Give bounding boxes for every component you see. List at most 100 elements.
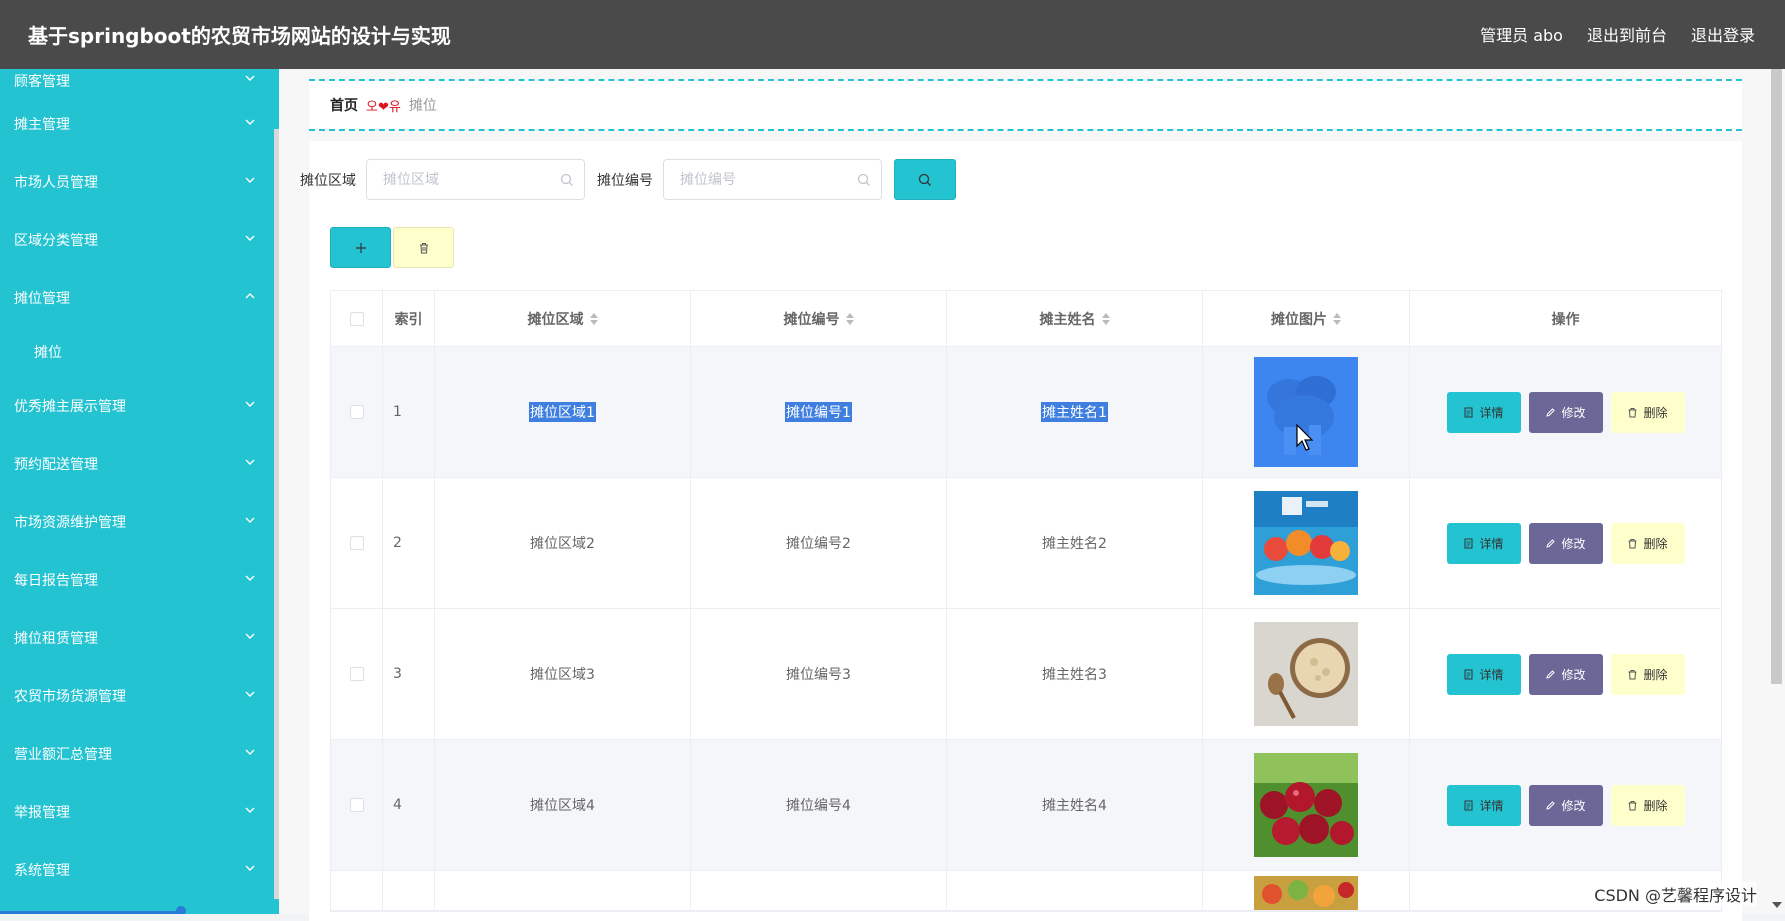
chevron-down-icon xyxy=(243,397,257,411)
edit-button[interactable]: 修改 xyxy=(1529,785,1603,826)
sidebar-item-system[interactable]: 系统管理 xyxy=(0,841,279,899)
delete-button[interactable]: 删除 xyxy=(1611,785,1685,826)
column-header-code[interactable]: 摊位编号 xyxy=(691,291,947,346)
sidebar-item-label: 农贸市场货源管理 xyxy=(14,686,126,706)
sort-icon[interactable] xyxy=(590,313,598,325)
sort-icon[interactable] xyxy=(1333,313,1341,325)
code-search-input[interactable] xyxy=(664,160,881,199)
row-image-cell xyxy=(1203,478,1410,608)
view-button[interactable]: 详情 xyxy=(1447,523,1521,564)
chevron-down-icon xyxy=(243,71,257,85)
breadcrumb-home[interactable]: 首页 xyxy=(330,95,358,115)
scroll-handle[interactable] xyxy=(176,906,186,914)
sidebar-item-delivery[interactable]: 预约配送管理 xyxy=(0,435,279,493)
sort-icon[interactable] xyxy=(1102,313,1110,325)
sidebar-item-goods-source[interactable]: 农贸市场货源管理 xyxy=(0,667,279,725)
column-header-area[interactable]: 摊位区域 xyxy=(435,291,691,346)
edit-button[interactable]: 修改 xyxy=(1529,654,1603,695)
trash-icon xyxy=(1627,407,1638,418)
sidebar-item-label: 每日报告管理 xyxy=(14,570,98,590)
row-code: 摊位编号4 xyxy=(691,740,947,870)
scroll-down-arrow-icon[interactable] xyxy=(1772,902,1782,908)
row-area-cell: 摊位区域1 xyxy=(435,347,691,477)
edit-button[interactable]: 修改 xyxy=(1529,523,1603,564)
edit-button[interactable]: 修改 xyxy=(1529,392,1603,433)
sidebar-item-revenue[interactable]: 营业额汇总管理 xyxy=(0,725,279,783)
area-label: 摊位区域 xyxy=(300,170,356,190)
row-checkbox[interactable] xyxy=(350,798,364,812)
sidebar-item-featured-owners[interactable]: 优秀摊主展示管理 xyxy=(0,377,279,435)
sort-icon[interactable] xyxy=(846,313,854,325)
column-header-actions: 操作 xyxy=(1410,291,1721,346)
toolbar xyxy=(330,227,454,268)
select-all-checkbox[interactable] xyxy=(350,312,364,326)
trash-icon xyxy=(418,242,430,254)
pencil-icon xyxy=(1545,407,1556,418)
row-checkbox[interactable] xyxy=(350,405,364,419)
sidebar-subitem-stall[interactable]: 摊位 xyxy=(0,327,279,377)
sidebar-item-customers[interactable]: 顾客管理 xyxy=(0,69,279,95)
row-owner: 摊主姓名4 xyxy=(947,740,1203,870)
pencil-icon xyxy=(1545,669,1556,680)
view-label: 详情 xyxy=(1479,404,1503,421)
chevron-down-icon xyxy=(243,513,257,527)
table-row: 3 摊位区域3 摊位编号3 摊主姓名3 详情 修改 xyxy=(331,609,1721,740)
sidebar-item-owners[interactable]: 摊主管理 xyxy=(0,95,279,153)
search-icon xyxy=(560,173,574,187)
sidebar-item-reports[interactable]: 举报管理 xyxy=(0,783,279,841)
column-header-index: 索引 xyxy=(383,291,435,346)
delete-button[interactable]: 删除 xyxy=(1611,392,1685,433)
row-checkbox-cell xyxy=(331,871,383,910)
row-checkbox[interactable] xyxy=(350,667,364,681)
plus-icon xyxy=(355,242,367,254)
code-search-field xyxy=(663,159,882,200)
add-button[interactable] xyxy=(330,227,391,268)
sidebar-item-stall-mgmt[interactable]: 摊位管理 xyxy=(0,269,279,327)
view-button[interactable]: 详情 xyxy=(1447,392,1521,433)
sidebar-item-label: 区域分类管理 xyxy=(14,230,98,250)
page-scrollbar[interactable] xyxy=(1768,69,1785,914)
row-image-cell xyxy=(1203,740,1410,870)
row-code: 摊位编号3 xyxy=(691,609,947,739)
table-row: 1 摊位区域1 摊位编号1 摊主姓名1 详情 修改 删除 xyxy=(331,347,1721,478)
cherries-photo[interactable] xyxy=(1254,753,1358,857)
delete-button[interactable]: 删除 xyxy=(1611,654,1685,695)
sidebar-item-resources[interactable]: 市场资源维护管理 xyxy=(0,493,279,551)
breadcrumb-separator: 오❤유 xyxy=(366,96,401,115)
sidebar-item-stall-rental[interactable]: 摊位租赁管理 xyxy=(0,609,279,667)
fresh-fruit-poster[interactable] xyxy=(1254,491,1358,595)
scrollbar-thumb[interactable] xyxy=(1771,69,1782,684)
breadcrumb: 首页 오❤유 摊位 xyxy=(309,79,1742,131)
breadcrumb-current: 摊位 xyxy=(409,95,437,115)
view-button[interactable]: 详情 xyxy=(1447,785,1521,826)
row-code xyxy=(691,871,947,910)
watermark: CSDN @艺馨程序设计 xyxy=(1594,882,1757,906)
view-label: 详情 xyxy=(1479,666,1503,683)
view-button[interactable]: 详情 xyxy=(1447,654,1521,695)
sidebar-item-label: 预约配送管理 xyxy=(14,454,98,474)
sidebar-item-staff[interactable]: 市场人员管理 xyxy=(0,153,279,211)
back-to-front-link[interactable]: 退出到前台 xyxy=(1587,22,1667,46)
search-button[interactable] xyxy=(894,159,956,200)
sidebar-item-label: 举报管理 xyxy=(14,802,70,822)
area-search-input[interactable] xyxy=(367,160,584,199)
sidebar-item-label: 系统管理 xyxy=(14,860,70,880)
batch-delete-button[interactable] xyxy=(393,227,454,268)
fruit-mix-photo[interactable] xyxy=(1254,876,1358,910)
logout-link[interactable]: 退出登录 xyxy=(1691,22,1755,46)
column-header-image[interactable]: 摊位图片 xyxy=(1203,291,1410,346)
row-checkbox[interactable] xyxy=(350,536,364,550)
chevron-down-icon xyxy=(243,745,257,759)
edit-label: 修改 xyxy=(1561,535,1585,552)
delete-button[interactable]: 删除 xyxy=(1611,523,1685,564)
trash-icon xyxy=(1627,669,1638,680)
row-owner xyxy=(947,871,1203,910)
mouse-pointer-icon xyxy=(1296,424,1314,452)
row-index xyxy=(383,871,435,910)
search-icon xyxy=(857,173,871,187)
column-header-owner[interactable]: 摊主姓名 xyxy=(947,291,1203,346)
column-label: 摊位区域 xyxy=(528,309,584,329)
sidebar-item-region-category[interactable]: 区域分类管理 xyxy=(0,211,279,269)
oats-bowl-photo[interactable] xyxy=(1254,622,1358,726)
sidebar-item-daily-report[interactable]: 每日报告管理 xyxy=(0,551,279,609)
